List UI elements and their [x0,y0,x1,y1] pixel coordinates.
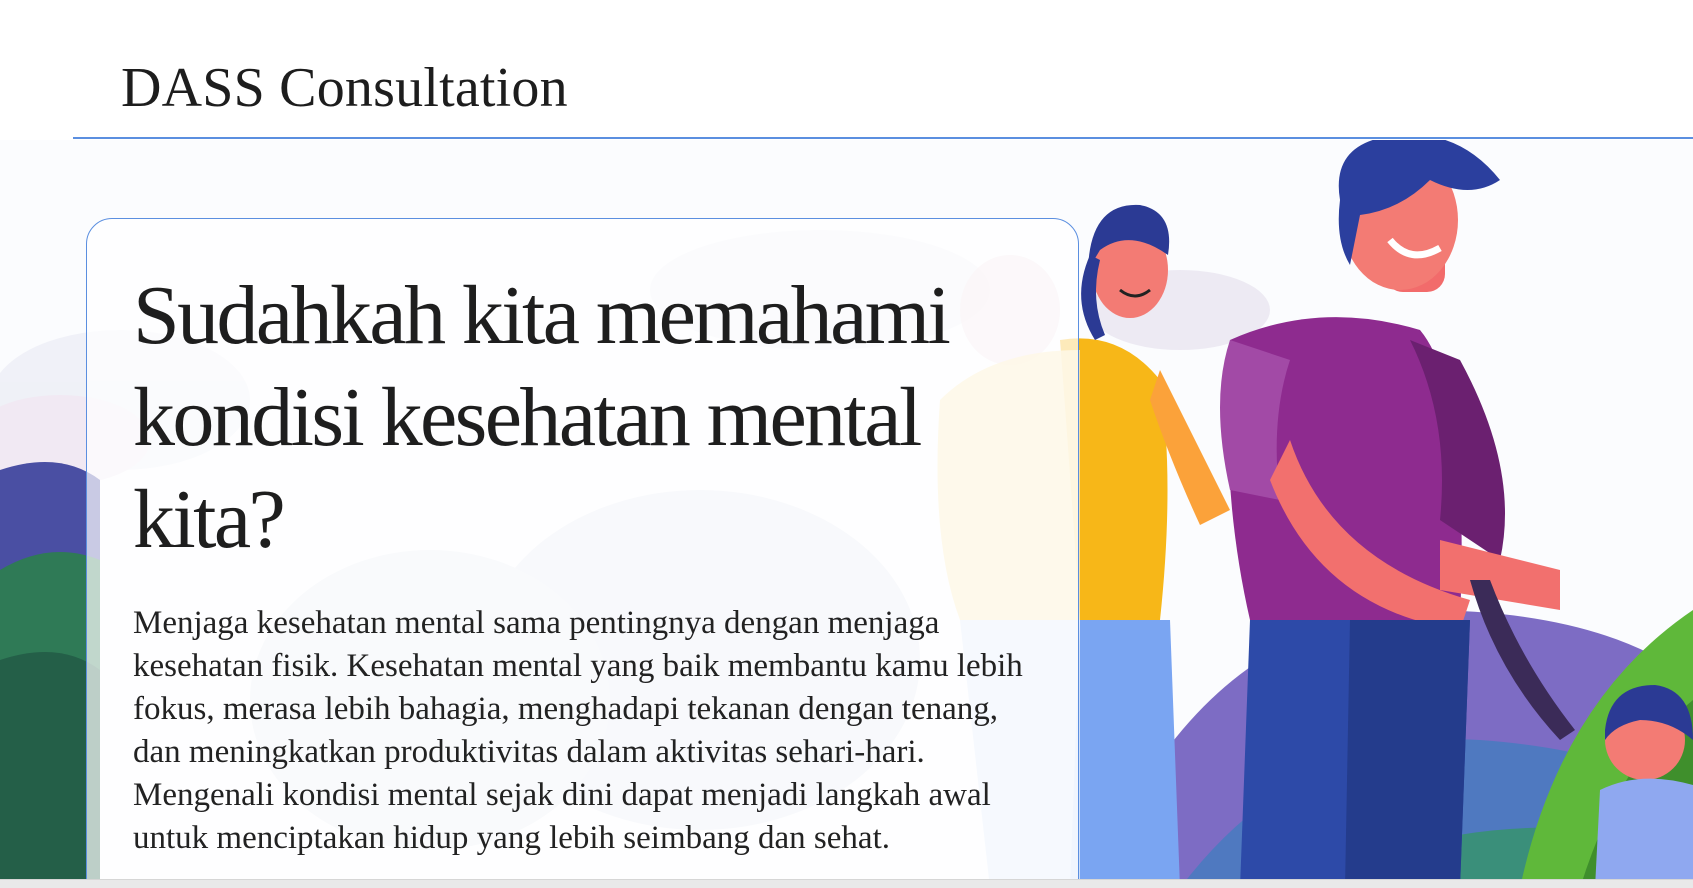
hero-description: Menjaga kesehatan mental sama pentingnya… [133,605,1023,856]
horizontal-scrollbar[interactable] [0,879,1693,888]
header-divider [73,137,1693,139]
left-hills [0,462,100,888]
child-figure [1595,685,1693,888]
page: DASS Consultation Sudahkah kita memahami… [0,0,1693,888]
site-header: DASS Consultation [0,0,1693,140]
hero-card: Sudahkah kita memahami kondisi kesehatan… [86,218,1079,888]
site-brand[interactable]: DASS Consultation [121,56,568,120]
hero-title: Sudahkah kita memahami kondisi kesehatan… [133,269,951,566]
